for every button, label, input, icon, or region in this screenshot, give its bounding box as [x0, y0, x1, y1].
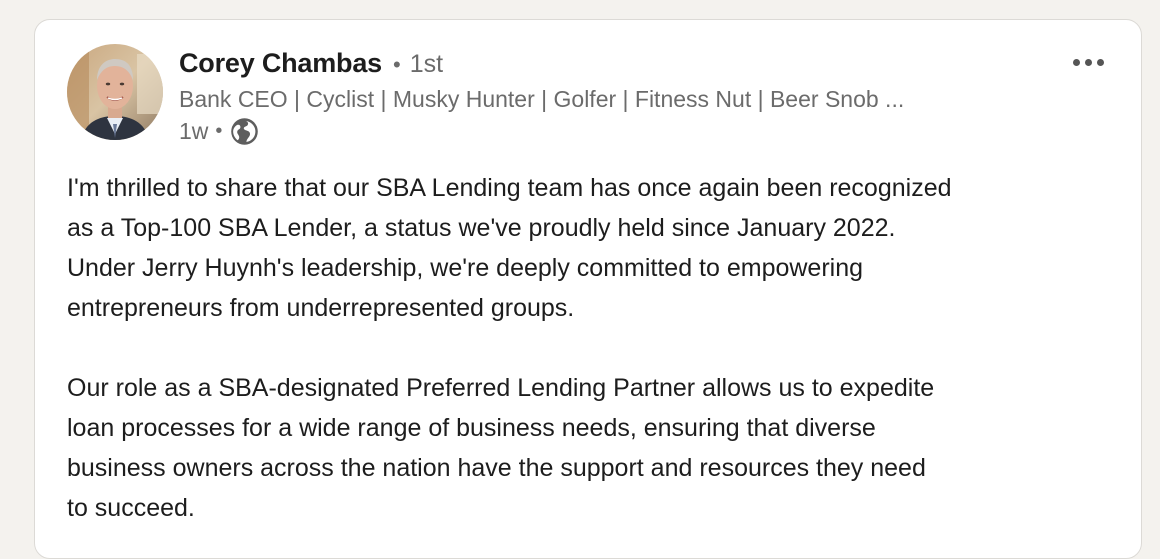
separator-dot: • [215, 120, 223, 142]
post-text-line: entrepreneurs from underrepresented grou… [67, 294, 575, 322]
post-timestamp[interactable]: 1w [179, 118, 208, 145]
more-horizontal-icon-dot [1084, 58, 1092, 66]
more-horizontal-icon-dot [1096, 58, 1104, 66]
author-avatar[interactable] [67, 44, 163, 140]
connection-degree: 1st [409, 50, 444, 78]
post-text-line: I'm thrilled to share that our SBA Lendi… [67, 174, 952, 202]
post-text-line: business owners across the nation have t… [67, 454, 926, 482]
author-name[interactable]: Corey Chambas [179, 48, 382, 79]
separator-dot: • [392, 52, 401, 77]
author-name-row: Corey Chambas • 1st [179, 48, 443, 79]
post-text-line: to succeed. [67, 494, 195, 522]
avatar-photo [67, 44, 163, 140]
more-options-button[interactable] [1065, 50, 1111, 74]
post-meta: 1w • [179, 117, 259, 146]
post-card: Corey Chambas • 1st Bank CEO | Cyclist |… [34, 19, 1142, 559]
post-text-line: as a Top-100 SBA Lender, a status we've … [67, 214, 896, 242]
post-text-line: loan processes for a wide range of busin… [67, 414, 876, 442]
author-headline[interactable]: Bank CEO | Cyclist | Musky Hunter | Golf… [179, 86, 979, 113]
post-text-line: Under Jerry Huynh's leadership, we're de… [67, 254, 864, 282]
post-body: I'm thrilled to share that our SBA Lendi… [67, 168, 1117, 528]
post-text-line: Our role as a SBA-designated Preferred L… [67, 374, 935, 402]
more-horizontal-icon-dot [1072, 58, 1080, 66]
globe-icon [230, 117, 259, 146]
